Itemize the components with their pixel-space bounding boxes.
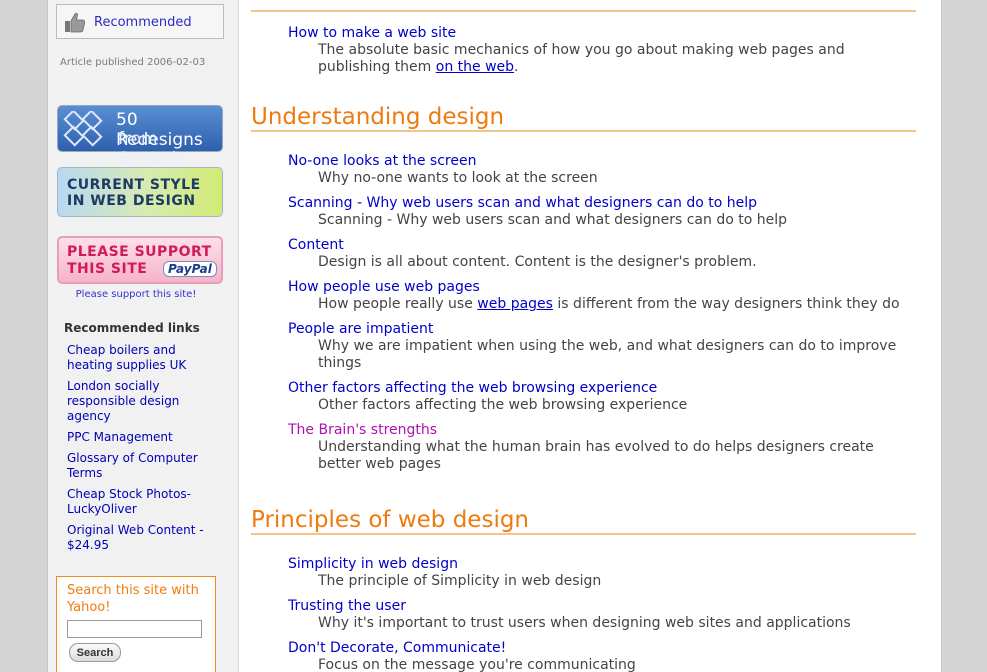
recommended-link[interactable]: PPC Management [67, 430, 217, 445]
section1-entries: No-one looks at the screen Why no-one wa… [288, 153, 908, 481]
banner-support-line1: PLEASE SUPPORT [67, 244, 212, 260]
support-site-link[interactable]: Please support this site! [48, 289, 224, 300]
description-text: The absolute basic mechanics of how you … [318, 42, 845, 75]
article-entry: How people use web pages How people real… [288, 279, 908, 313]
article-entry: Don't Decorate, Communicate! Focus on th… [288, 640, 908, 672]
banner-support-line2: THIS SITE [67, 261, 148, 277]
article-entry: Content Design is all about content. Con… [288, 237, 908, 271]
article-entry: Trusting the user Why it's important to … [288, 598, 908, 632]
article-description: Why no-one wants to look at the screen [318, 170, 598, 186]
recommended-link[interactable]: London socially responsible design agenc… [67, 379, 217, 424]
section-heading: Principles of web design [251, 507, 916, 535]
article-title-link[interactable]: Simplicity in web design [288, 556, 908, 573]
article-title-link-visited[interactable]: The Brain's strengths [288, 422, 908, 439]
article-entry: Simplicity in web design The principle o… [288, 556, 908, 590]
article-title-link[interactable]: Scanning - Why web users scan and what d… [288, 195, 908, 212]
banner-please-support[interactable]: PLEASE SUPPORT THIS SITE PayPal [57, 236, 223, 284]
banner-50-redesigns[interactable]: 50 Redesigns from Scratch [57, 105, 223, 169]
section-title: Understanding design [251, 104, 505, 130]
article-entry: The Brain's strengths Understanding what… [288, 422, 908, 473]
article-description: How people really use web pages is diffe… [288, 296, 908, 313]
section2-entries: Simplicity in web design The principle o… [288, 556, 908, 672]
sidebar: Recommended Article published 2006-02-03… [48, 0, 239, 672]
banner-current-line1: CURRENT STYLE [67, 177, 201, 193]
article-title-link[interactable]: How people use web pages [288, 279, 908, 296]
article-title-link[interactable]: People are impatient [288, 321, 908, 338]
recommended-link[interactable]: Cheap Stock Photos- LuckyOliver [67, 487, 217, 517]
article-description: Understanding what the human brain has e… [318, 439, 874, 472]
recommended-link[interactable]: Glossary of Computer Terms [67, 451, 217, 481]
article-description: Scanning - Why web users scan and what d… [318, 212, 787, 228]
article-entry: Scanning - Why web users scan and what d… [288, 195, 908, 229]
article-entry: Other factors affecting the web browsing… [288, 380, 908, 414]
article-entry: People are impatient Why we are impatien… [288, 321, 908, 372]
article-title-link[interactable]: Trusting the user [288, 598, 908, 615]
article-title-link[interactable]: Content [288, 237, 908, 254]
section-heading: Understanding design [251, 104, 916, 132]
inline-link[interactable]: web pages [477, 296, 553, 312]
recommended-links-list: Cheap boilers and heating supplies UK Lo… [67, 343, 217, 559]
search-button[interactable]: Search [69, 643, 121, 662]
description-text: is different from the way designers thin… [552, 296, 900, 312]
article-description: Why it's important to trust users when d… [318, 615, 851, 631]
section-heading-clipped [251, 0, 916, 12]
article-description: Design is all about content. Content is … [318, 254, 757, 270]
article-description: The absolute basic mechanics of how you … [288, 42, 908, 76]
thumbs-up-icon [65, 12, 85, 33]
article-title-link[interactable]: No-one looks at the screen [288, 153, 908, 170]
search-input[interactable] [67, 620, 202, 638]
search-title: Search this site with Yahoo! [67, 583, 199, 615]
recommended-link[interactable]: Original Web Content - $24.95 [67, 523, 217, 553]
yahoo-search-box: Search this site with Yahoo! Search [56, 576, 216, 672]
page: Recommended Article published 2006-02-03… [47, 0, 942, 672]
banner-current-line2: IN WEB DESIGN [67, 193, 196, 209]
paypal-logo: PayPal [163, 261, 217, 277]
description-text: How people really use [318, 296, 478, 312]
description-text: . [514, 59, 519, 75]
inline-link[interactable]: on the web [436, 59, 514, 75]
article-description: Why we are impatient when using the web,… [318, 338, 897, 371]
article-description: Other factors affecting the web browsing… [318, 397, 688, 413]
banner-current-style[interactable]: CURRENT STYLE IN WEB DESIGN [57, 167, 223, 217]
article-title-link[interactable]: How to make a web site [288, 25, 908, 42]
recommended-label: Recommended [94, 15, 192, 30]
article-description: The principle of Simplicity in web desig… [318, 573, 602, 589]
recommended-links-title: Recommended links [64, 321, 200, 335]
section-title: Principles of web design [251, 507, 530, 533]
article-entry: How to make a web site The absolute basi… [288, 25, 908, 76]
recommended-button[interactable]: Recommended [56, 4, 224, 39]
redesign-logo-icon [63, 111, 103, 147]
recommended-link[interactable]: Cheap boilers and heating supplies UK [67, 343, 217, 373]
article-description: Focus on the message you're communicatin… [318, 657, 636, 672]
main-content: How to make a web site The absolute basi… [251, 0, 917, 672]
article-title-link[interactable]: Don't Decorate, Communicate! [288, 640, 908, 657]
article-title-link[interactable]: Other factors affecting the web browsing… [288, 380, 908, 397]
article-entry: No-one looks at the screen Why no-one wa… [288, 153, 908, 187]
banner-50-line2: from Scratch [118, 129, 183, 169]
section0-entries: How to make a web site The absolute basi… [288, 25, 908, 84]
article-published-date: Article published 2006-02-03 [60, 57, 206, 68]
